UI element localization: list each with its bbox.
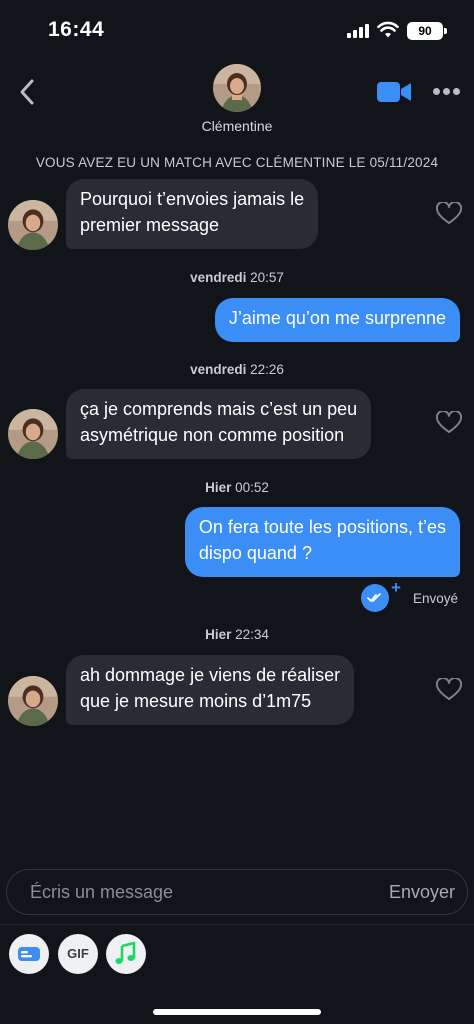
- message-bubble-outgoing[interactable]: J’aime qu’on me surprenne: [214, 298, 460, 342]
- sender-avatar[interactable]: [8, 676, 58, 726]
- sender-avatar[interactable]: [8, 200, 58, 250]
- gif-button[interactable]: GIF: [58, 934, 98, 974]
- status-bar: 16:44 90: [0, 0, 474, 62]
- message-status: Envoyé: [413, 591, 459, 606]
- timestamp-day: Hier: [205, 627, 232, 642]
- message-timestamp: Hier 22:34: [0, 627, 474, 642]
- timestamp-time: 22:34: [235, 627, 269, 642]
- timestamp-time: 00:52: [235, 480, 269, 495]
- contact-name[interactable]: Clémentine: [0, 118, 474, 134]
- timestamp-day: Hier: [205, 480, 232, 495]
- message-bubble-outgoing[interactable]: On fera toute les positions, t’es dispo …: [184, 507, 460, 577]
- message-line: On fera toute les positions, t’es: [198, 517, 446, 537]
- divider: [0, 924, 474, 925]
- match-notice: VOUS AVEZ EU UN MATCH AVEC CLÉMENTINE LE…: [35, 155, 439, 170]
- music-note-icon: [115, 941, 136, 964]
- message-line: dispo quand ?: [198, 543, 312, 563]
- back-chevron-icon[interactable]: [14, 76, 42, 108]
- sticker-card-button[interactable]: [9, 934, 49, 974]
- sticker-card-icon: [18, 947, 40, 961]
- message-timestamp: vendredi 22:26: [0, 362, 474, 377]
- read-receipt[interactable]: +: [361, 578, 405, 612]
- message-timestamp: vendredi 20:57: [0, 270, 474, 285]
- battery-indicator: 90: [407, 22, 447, 40]
- message-line: J’aime qu’on me surprenne: [228, 308, 446, 328]
- timestamp-time: 22:26: [250, 362, 284, 377]
- message-bubble-incoming[interactable]: ça je comprends mais c’est un peu asymét…: [66, 389, 372, 459]
- message-composer[interactable]: Écris un message Envoyer: [6, 869, 468, 915]
- gif-icon: GIF: [67, 946, 89, 961]
- message-line: ça je comprends mais c’est un peu: [80, 399, 358, 419]
- video-call-icon[interactable]: [376, 80, 412, 104]
- more-options-icon[interactable]: [433, 88, 461, 96]
- message-timestamp: Hier 00:52: [0, 480, 474, 495]
- timestamp-day: vendredi: [190, 270, 247, 285]
- chat-header: Clémentine: [0, 62, 474, 138]
- read-receipt-icon: [361, 584, 389, 612]
- timestamp-time: 20:57: [250, 270, 284, 285]
- message-line: ah dommage je viens de réaliser: [80, 665, 341, 685]
- message-line: premier message: [80, 215, 220, 235]
- heart-icon[interactable]: [436, 202, 462, 226]
- wifi-icon: [377, 21, 399, 38]
- sender-avatar[interactable]: [8, 409, 58, 459]
- heart-icon[interactable]: [436, 411, 462, 435]
- message-line: que je mesure moins d’1m75: [80, 691, 312, 711]
- plus-icon: +: [391, 578, 401, 597]
- message-line: asymétrique non comme position: [80, 425, 345, 445]
- message-input[interactable]: Écris un message: [30, 882, 173, 903]
- status-time: 16:44: [48, 18, 105, 41]
- timestamp-day: vendredi: [190, 362, 247, 377]
- message-line: Pourquoi t’envoies jamais le: [80, 189, 305, 209]
- heart-icon[interactable]: [436, 678, 462, 702]
- music-button[interactable]: [106, 934, 146, 974]
- signal-icon: [347, 24, 371, 38]
- home-indicator[interactable]: [153, 1009, 321, 1015]
- contact-avatar[interactable]: [213, 64, 261, 112]
- message-bubble-incoming[interactable]: Pourquoi t’envoies jamais le premier mes…: [66, 179, 319, 249]
- message-bubble-incoming[interactable]: ah dommage je viens de réaliser que je m…: [66, 655, 355, 725]
- send-button[interactable]: Envoyer: [389, 882, 455, 903]
